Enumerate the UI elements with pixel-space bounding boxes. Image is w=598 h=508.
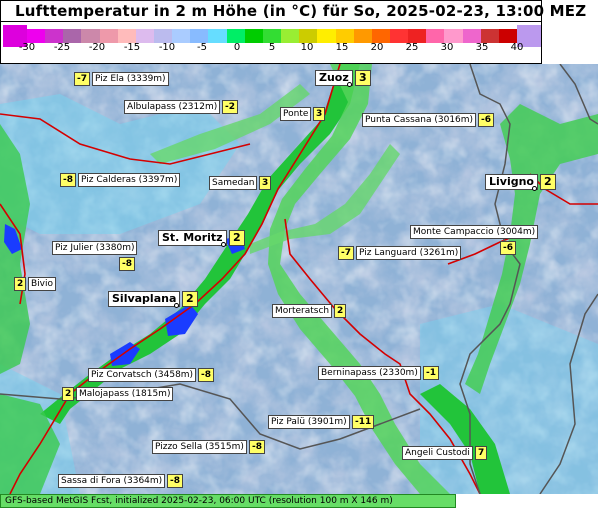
forecast-map-image: Lufttemperatur in 2 m Höhe (in °C) für S… bbox=[0, 0, 598, 508]
legend-swatch bbox=[426, 29, 445, 43]
legend-tick-label: 20 bbox=[370, 42, 384, 53]
legend-tick-label: 0 bbox=[233, 42, 241, 53]
forecast-footer: GFS-based MetGIS Fcst, initialized 2025-… bbox=[0, 494, 456, 508]
station-temperature-value: -7 bbox=[74, 72, 90, 86]
legend-tick-label: -20 bbox=[88, 42, 106, 53]
legend-tick-label: -30 bbox=[18, 42, 36, 53]
station-name-label: Piz Calderas (3397m) bbox=[78, 173, 181, 187]
station-name-label: Samedan bbox=[209, 176, 258, 190]
station-temperature-value: -8 bbox=[167, 474, 183, 488]
station-temperature-value: -8 bbox=[119, 257, 135, 271]
legend-swatch bbox=[498, 29, 518, 43]
station-temperature-value: -8 bbox=[198, 368, 214, 382]
legend-swatch bbox=[317, 29, 336, 43]
station-temperature-value: -6 bbox=[500, 241, 516, 255]
station-temperature-value: -8 bbox=[249, 440, 265, 454]
legend-swatch bbox=[408, 29, 427, 43]
station-name-label: Piz Julier (3380m) bbox=[52, 241, 138, 255]
station-name-label: St. Moritz bbox=[158, 230, 227, 246]
legend-swatch bbox=[172, 29, 191, 43]
station-name-label: Livigno bbox=[485, 174, 538, 190]
station-name-label: Punta Cassana (3016m) bbox=[362, 113, 477, 127]
map-area bbox=[0, 63, 598, 495]
legend-swatch bbox=[226, 29, 246, 43]
legend-tick-label: -15 bbox=[123, 42, 141, 53]
station-marker bbox=[221, 242, 226, 247]
station-name-label: Albulapass (2312m) bbox=[124, 100, 221, 114]
station-temperature-value: -2 bbox=[222, 100, 238, 114]
terrain-map bbox=[0, 63, 598, 495]
station-temperature-value: 7 bbox=[475, 446, 488, 460]
legend-swatch bbox=[208, 29, 228, 43]
temperature-legend: -30 -25 -20 -15 -10 -5 0 5 10 15 20 25 30 35 40 bbox=[0, 22, 542, 64]
station-name-label: Monte Campaccio (3004m) bbox=[410, 225, 539, 239]
legend-swatch bbox=[462, 29, 482, 43]
legend-swatch bbox=[81, 29, 101, 43]
legend-swatch bbox=[281, 29, 300, 43]
legend-swatch bbox=[244, 29, 264, 43]
station-name-label: Bivio bbox=[28, 277, 57, 291]
station-temperature-value: -11 bbox=[352, 415, 375, 429]
legend-swatch bbox=[154, 29, 173, 43]
legend-tick-label: -5 bbox=[197, 42, 207, 53]
legend-swatch bbox=[190, 29, 209, 43]
legend-swatch bbox=[371, 29, 391, 43]
station-marker bbox=[174, 303, 179, 308]
station-name-label: Piz Palü (3901m) bbox=[268, 415, 350, 429]
station-name-label: Silvaplana bbox=[108, 291, 181, 307]
station-temperature-value: -8 bbox=[60, 173, 76, 187]
legend-swatch bbox=[45, 29, 64, 43]
station-name-label: Sassa di Fora (3364m) bbox=[58, 474, 166, 488]
station-temperature-value: 2 bbox=[334, 304, 347, 318]
station-name-label: Piz Corvatsch (3458m) bbox=[88, 368, 197, 382]
legend-tick-label: 35 bbox=[475, 42, 489, 53]
station-temperature-value: 3 bbox=[355, 70, 371, 86]
station-name-label: Pizzo Sella (3515m) bbox=[152, 440, 247, 454]
station-temperature-value: 2 bbox=[182, 291, 198, 307]
station-temperature-value: 2 bbox=[14, 277, 27, 291]
legend-tick-label: 30 bbox=[440, 42, 454, 53]
legend-tick-label: -25 bbox=[53, 42, 71, 53]
station-marker bbox=[347, 82, 352, 87]
legend-tick-label: 5 bbox=[268, 42, 276, 53]
station-temperature-value: -6 bbox=[478, 113, 494, 127]
station-name-label: Berninapass (2330m) bbox=[318, 366, 421, 380]
legend-swatch bbox=[480, 29, 500, 43]
station-name-label: Ponte bbox=[280, 107, 312, 121]
legend-swatch bbox=[117, 29, 137, 43]
title-bar: Lufttemperatur in 2 m Höhe (in °C) für S… bbox=[0, 0, 586, 22]
station-temperature-value: 3 bbox=[259, 176, 272, 190]
legend-swatch bbox=[262, 29, 282, 43]
legend-tick-label: 40 bbox=[510, 42, 524, 53]
station-temperature-value: -7 bbox=[338, 246, 354, 260]
legend-swatch bbox=[99, 29, 119, 43]
legend-tick-label: -10 bbox=[158, 42, 176, 53]
station-temperature-value: -1 bbox=[423, 366, 439, 380]
map-title: Lufttemperatur in 2 m Höhe (in °C) für S… bbox=[15, 2, 587, 20]
legend-swatch bbox=[335, 29, 355, 43]
legend-swatch bbox=[444, 29, 464, 43]
legend-swatch bbox=[353, 29, 373, 43]
legend-tick-label: 25 bbox=[405, 42, 419, 53]
legend-swatch bbox=[27, 29, 46, 43]
station-name-label: Malojapass (1815m) bbox=[76, 387, 174, 401]
legend-swatch bbox=[135, 29, 155, 43]
station-temperature-value: 2 bbox=[540, 174, 556, 190]
station-name-label: Angeli Custodi bbox=[402, 446, 473, 460]
legend-swatch bbox=[63, 29, 82, 43]
station-name-label: Piz Ela (3339m) bbox=[92, 72, 169, 86]
station-name-label: Morteratsch bbox=[272, 304, 333, 318]
station-marker bbox=[532, 186, 537, 191]
station-temperature-value: 2 bbox=[62, 387, 75, 401]
station-temperature-value: 2 bbox=[229, 230, 245, 246]
legend-swatch bbox=[389, 29, 409, 43]
legend-tick-label: 10 bbox=[300, 42, 314, 53]
legend-swatch bbox=[299, 29, 318, 43]
station-name-label: Piz Languard (3261m) bbox=[356, 246, 462, 260]
legend-tick-label: 15 bbox=[335, 42, 349, 53]
station-temperature-value: 3 bbox=[313, 107, 326, 121]
